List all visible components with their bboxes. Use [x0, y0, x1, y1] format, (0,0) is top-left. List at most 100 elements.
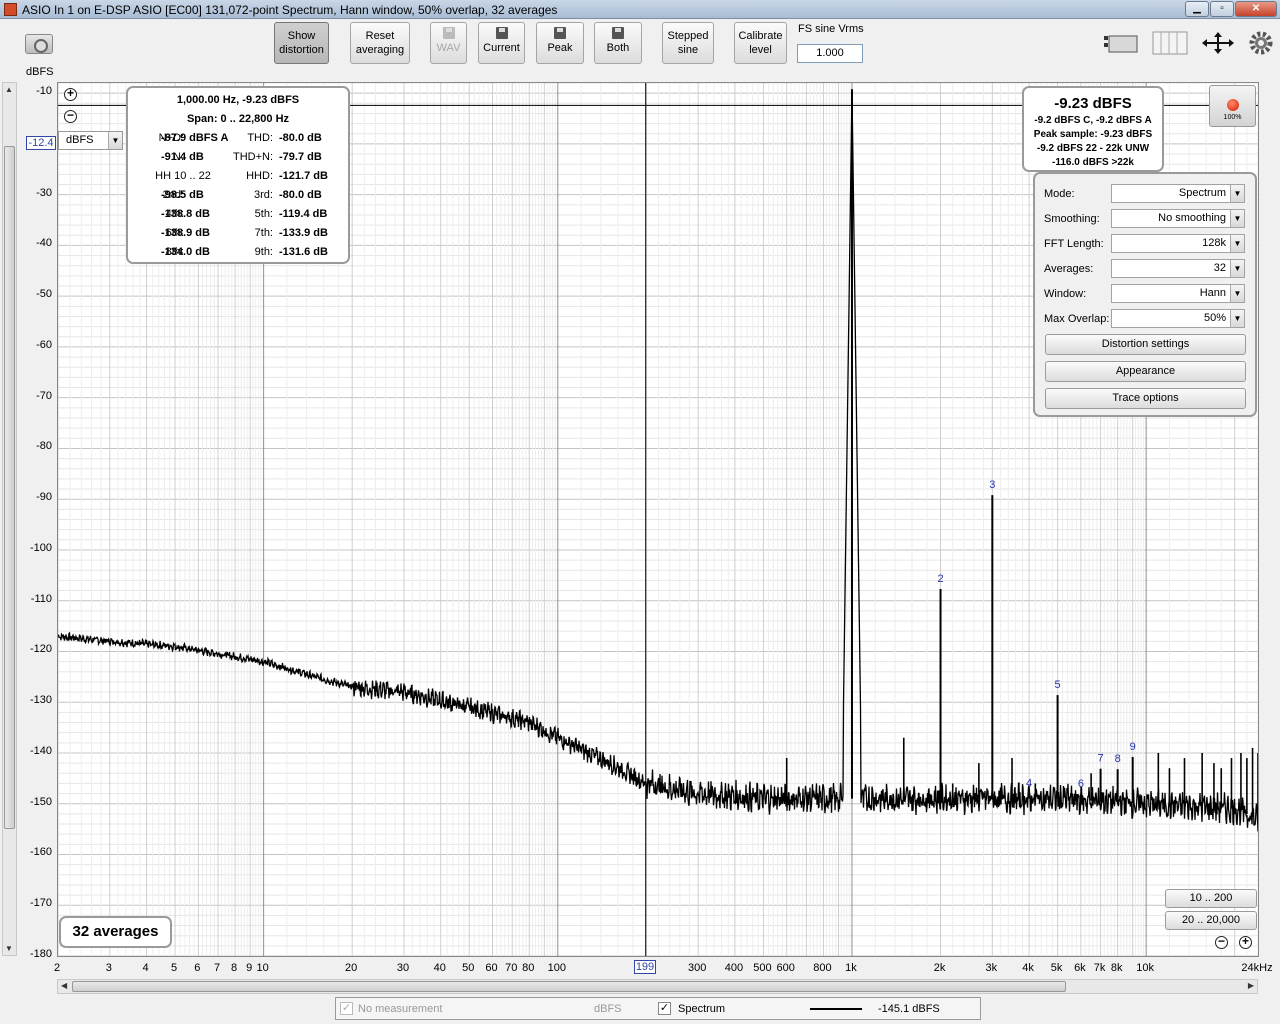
horizontal-scroll-thumb[interactable] — [72, 981, 1066, 992]
wav-save-button[interactable]: WAV — [430, 22, 467, 64]
distortion-panel: 1,000.00 Hz, -9.23 dBFS Span: 0 .. 22,80… — [126, 86, 350, 264]
scroll-down-arrow-icon[interactable]: ▼ — [5, 944, 13, 953]
harmonic-label: 7 — [1098, 753, 1104, 765]
x-tick-label: 1k — [845, 962, 857, 974]
harmonic-label: 4 — [1026, 778, 1032, 790]
x-zoom-out-icon[interactable]: − — [1215, 935, 1228, 949]
x-tick-label: 9 — [246, 962, 253, 974]
x-tick-label: 30 — [396, 962, 410, 974]
distortion-metric-value: -80.0 dB — [279, 189, 322, 201]
y-unit-select[interactable]: dBFS ▼ — [58, 131, 123, 150]
mode-select[interactable]: Spectrum ▼ — [1111, 184, 1245, 203]
y-tick-label: -160 — [29, 846, 52, 859]
zoom-in-icon[interactable]: + — [64, 87, 77, 101]
legend-bar: ✓ No measurement dBFS ✓ Spectrum -145.1 … — [335, 997, 981, 1020]
y-tick-label: -100 — [29, 541, 52, 554]
no-measurement-unit: dBFS — [594, 1003, 622, 1015]
save-peak-button[interactable]: Peak — [536, 22, 584, 64]
window-select-value: Hann — [1199, 287, 1226, 299]
fs-sine-vrms-input[interactable]: 1.000 — [797, 44, 863, 63]
harmonic-label: 5 — [1055, 679, 1061, 691]
close-button[interactable]: ✕ — [1235, 1, 1277, 17]
fft-length-select-value: 128k — [1202, 237, 1226, 249]
disk-icon — [442, 27, 455, 39]
harmonic-label: 8 — [1115, 753, 1121, 765]
max-overlap-select[interactable]: 50% ▼ — [1111, 309, 1245, 328]
scroll-left-arrow-icon[interactable]: ◀ — [61, 981, 67, 990]
spectrum-checkbox[interactable]: ✓ — [658, 1002, 671, 1015]
camera-icon[interactable] — [25, 34, 53, 54]
show-distortion-button[interactable]: Show distortion — [274, 22, 329, 64]
title-bar: ASIO In 1 on E-DSP ASIO [EC00] 131,072-p… — [0, 0, 1280, 19]
spectrum-label: Spectrum — [678, 1003, 726, 1015]
mode-select-value: Spectrum — [1178, 187, 1226, 199]
distortion-header-span: Span: 0 .. 22,800 Hz — [186, 113, 290, 125]
harmonic-label: 1 — [849, 83, 855, 85]
distortion-metric-value: -79.7 dB — [279, 151, 322, 163]
chevron-down-icon: ▼ — [1230, 185, 1244, 202]
range-10-200-button[interactable]: 10 .. 200 — [1165, 889, 1257, 908]
x-zoom-in-icon[interactable]: + — [1239, 935, 1252, 949]
x-tick-label: 4 — [142, 962, 149, 974]
x-tick-label: 500 — [753, 962, 772, 974]
distortion-metric-label: HHD: — [246, 170, 273, 182]
graph-columns-icon[interactable] — [1152, 30, 1188, 56]
x-tick-label: 8 — [231, 962, 238, 974]
x-tick-label: 6 — [194, 962, 201, 974]
averages-label: Averages: — [1044, 263, 1094, 275]
window-select[interactable]: Hann ▼ — [1111, 284, 1245, 303]
calibrate-level-button[interactable]: Calibrate level — [734, 22, 787, 64]
app-icon — [4, 3, 17, 16]
y-tick-label: -150 — [29, 795, 52, 808]
smoothing-label: Smoothing: — [1044, 213, 1100, 225]
cursor-level-readout: -12.4 — [26, 136, 56, 150]
show-distortion-label-2: distortion — [279, 44, 324, 56]
save-current-button[interactable]: Current — [478, 22, 525, 64]
no-measurement-checkbox[interactable]: ✓ — [340, 1002, 353, 1015]
record-button[interactable]: 100% — [1209, 85, 1256, 127]
show-distortion-label-1: Show — [287, 30, 316, 42]
settings-gear-icon[interactable] — [1248, 30, 1274, 56]
x-tick-label: 50 — [462, 962, 475, 974]
distortion-header-frequency: 1,000.00 Hz, -9.23 dBFS — [176, 94, 300, 106]
distortion-metric-value: -134.0 dB — [161, 246, 210, 258]
fft-length-select[interactable]: 128k ▼ — [1111, 234, 1245, 253]
x-tick-label: 5k — [1050, 962, 1063, 974]
smoothing-select[interactable]: No smoothing ▼ — [1111, 209, 1245, 228]
minimize-button[interactable]: ▁ — [1185, 1, 1209, 17]
zoom-out-icon[interactable]: − — [64, 109, 77, 123]
vertical-scrollbar[interactable]: ▲ ▼ — [2, 82, 17, 956]
x-tick-label: 60 — [485, 962, 498, 974]
save-both-button[interactable]: Both — [594, 22, 642, 64]
record-percent: 100% — [1223, 114, 1242, 121]
stepped-sine-button[interactable]: Stepped sine — [662, 22, 714, 64]
maximize-button[interactable]: ▫ — [1210, 1, 1234, 17]
scroll-up-arrow-icon[interactable]: ▲ — [5, 85, 13, 94]
y-axis-unit-label: dBFS — [26, 66, 54, 78]
scroll-right-arrow-icon[interactable]: ▶ — [1248, 981, 1254, 990]
trace-options-button[interactable]: Trace options — [1045, 388, 1246, 409]
distortion-metric-value: -80.0 dB — [279, 132, 322, 144]
x-tick-label: 4k — [1022, 962, 1034, 974]
y-tick-label: -140 — [29, 744, 52, 757]
smoothing-select-value: No smoothing — [1158, 212, 1226, 224]
horizontal-scrollbar[interactable]: ◀ ▶ — [57, 979, 1258, 994]
reset-averaging-button[interactable]: Reset averaging — [350, 22, 410, 64]
y-tick-label: -40 — [36, 237, 52, 250]
x-tick-label: 2 — [53, 962, 61, 974]
range-20-20000-button[interactable]: 20 .. 20,000 — [1165, 911, 1257, 930]
x-tick-label: 10 — [256, 962, 269, 974]
harmonic-label: 3 — [989, 479, 995, 491]
distortion-metric-value: -98.5 dB — [161, 189, 204, 201]
averages-select[interactable]: 32 ▼ — [1111, 259, 1245, 278]
x-tick-label: 80 — [522, 962, 535, 974]
vertical-scroll-thumb[interactable] — [4, 146, 15, 829]
appearance-button[interactable]: Appearance — [1045, 361, 1246, 382]
disk-icon — [495, 27, 508, 39]
distortion-settings-button[interactable]: Distortion settings — [1045, 334, 1246, 355]
chevron-down-icon: ▼ — [1230, 235, 1244, 252]
x-tick-label: 400 — [724, 962, 744, 974]
pan-arrows-icon[interactable] — [1200, 30, 1236, 56]
layout-icon[interactable] — [1103, 30, 1141, 56]
y-tick-label: -80 — [36, 440, 52, 453]
